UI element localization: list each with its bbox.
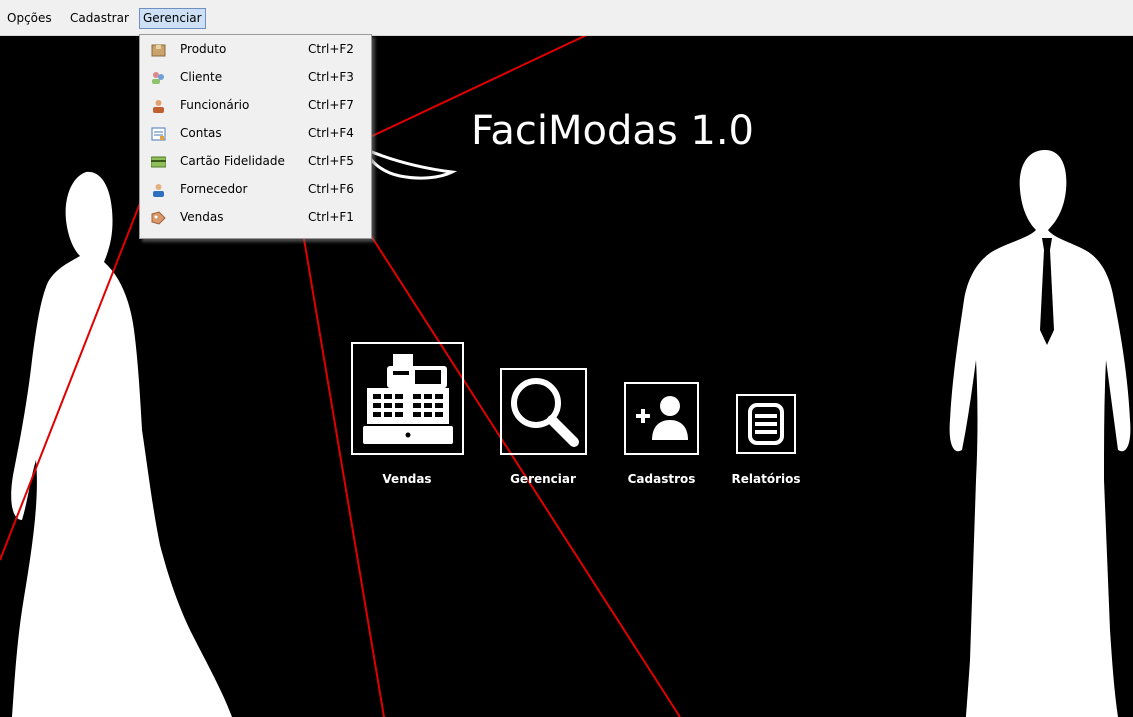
gerenciar-dropdown: Produto Ctrl+F2 Cliente Ctrl+F3 Funcioná… — [139, 34, 372, 239]
menu-opcoes[interactable]: Opções — [4, 9, 55, 28]
menu-item-cartao-fidelidade[interactable]: Cartão Fidelidade Ctrl+F5 — [140, 150, 371, 174]
supplier-icon — [153, 184, 164, 197]
menu-item-cliente[interactable]: Cliente Ctrl+F3 — [140, 66, 371, 90]
person-icon — [153, 100, 164, 113]
menu-item-vendas[interactable]: Vendas Ctrl+F1 — [140, 206, 371, 230]
menu-item-shortcut: Ctrl+F2 — [308, 42, 354, 56]
menu-item-label: Produto — [180, 42, 227, 56]
hanger-logo-icon — [357, 144, 458, 180]
card-icon — [151, 156, 166, 168]
people-icon — [152, 72, 164, 84]
app-title: FaciModas 1.0 — [471, 108, 755, 154]
menu-item-shortcut: Ctrl+F4 — [308, 126, 354, 140]
menu-item-label: Cliente — [180, 70, 223, 84]
gerenciar-button[interactable] — [500, 368, 587, 455]
menu-cadastrar[interactable]: Cadastrar — [67, 9, 132, 28]
menu-item-shortcut: Ctrl+F1 — [308, 210, 354, 224]
menu-item-shortcut: Ctrl+F5 — [308, 154, 354, 168]
report-list-icon — [748, 403, 784, 445]
menu-gerenciar[interactable]: Gerenciar — [139, 8, 206, 29]
menu-item-shortcut: Ctrl+F6 — [308, 182, 354, 196]
tag-icon — [151, 211, 166, 225]
add-user-icon — [636, 396, 688, 440]
vendas-label: Vendas — [382, 472, 432, 486]
menu-item-fornecedor[interactable]: Fornecedor Ctrl+F6 — [140, 178, 371, 202]
menu-item-produto[interactable]: Produto Ctrl+F2 — [140, 38, 371, 62]
menu-item-label: Fornecedor — [180, 182, 248, 196]
menu-item-contas[interactable]: Contas Ctrl+F4 — [140, 122, 371, 146]
relatorios-label: Relatórios — [731, 472, 801, 486]
menu-item-funcionario[interactable]: Funcionário Ctrl+F7 — [140, 94, 371, 118]
man-silhouette — [949, 150, 1131, 717]
menu-bar: Opções Cadastrar Gerenciar — [0, 0, 1133, 36]
box-icon — [151, 44, 166, 57]
menu-item-label: Cartão Fidelidade — [180, 154, 285, 168]
cash-register-icon — [363, 354, 453, 444]
menu-item-label: Funcionário — [180, 98, 250, 112]
menu-item-shortcut: Ctrl+F3 — [308, 70, 354, 84]
magnifier-icon — [511, 378, 579, 447]
menu-item-label: Contas — [180, 126, 222, 140]
cadastros-button[interactable] — [624, 382, 699, 455]
menu-item-label: Vendas — [180, 210, 224, 224]
menu-item-shortcut: Ctrl+F7 — [308, 98, 354, 112]
cadastros-label: Cadastros — [627, 472, 696, 486]
relatorios-button[interactable] — [736, 394, 796, 454]
vendas-button[interactable] — [351, 342, 464, 455]
ledger-icon — [151, 127, 166, 141]
gerenciar-label: Gerenciar — [510, 472, 576, 486]
